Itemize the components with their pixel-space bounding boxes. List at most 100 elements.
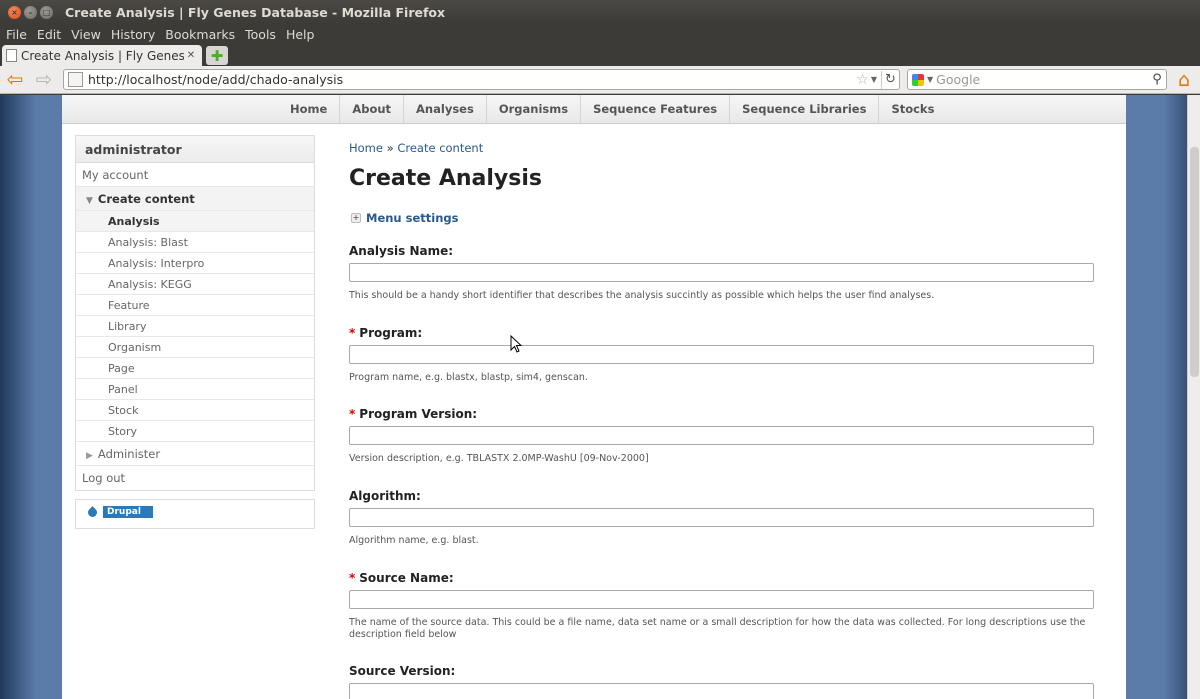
mouse-pointer-icon — [510, 335, 523, 353]
maximize-window-icon[interactable]: □ — [40, 5, 53, 19]
breadcrumb-separator: » — [386, 141, 394, 155]
sidebar-item-analysis-blast[interactable]: Analysis: Blast — [76, 232, 314, 253]
window-title: Create Analysis | Fly Genes Database - M… — [65, 4, 446, 20]
tab-create-analysis[interactable]: Create Analysis | Fly Genes Dat… ✕ — [2, 45, 202, 66]
sidebar-item-administer[interactable]: ▶ Administer — [76, 442, 314, 466]
source-name-field: * Source Name: The name of the source dat… — [349, 571, 1094, 641]
vertical-scrollbar[interactable] — [1187, 95, 1200, 699]
sidebar-item-log-out[interactable]: Log out — [76, 466, 314, 490]
breadcrumb-create-content-link[interactable]: Create content — [397, 141, 483, 155]
main-content: Home » Create content Create Analysis + … — [349, 95, 1109, 699]
tab-close-icon[interactable]: ✕ — [184, 49, 198, 63]
back-arrow-icon[interactable]: ⇦ — [3, 69, 27, 91]
scrollbar-thumb[interactable] — [1190, 147, 1199, 377]
collapsed-triangle-icon: ▶ — [86, 451, 93, 461]
field-description: Version description, e.g. TBLASTX 2.0MP-… — [349, 453, 649, 464]
page-icon — [6, 49, 17, 62]
sidebar-item-analysis[interactable]: Analysis — [76, 211, 314, 232]
sidebar-item-analysis-interpro[interactable]: Analysis: Interpro — [76, 253, 314, 274]
program-input[interactable] — [349, 345, 1094, 364]
reload-icon[interactable]: ↻ — [881, 70, 899, 89]
sidebar-item-organism[interactable]: Organism — [76, 337, 314, 358]
breadcrumb: Home » Create content — [349, 141, 483, 155]
drupal-drop-icon — [83, 506, 103, 518]
sidebar-item-my-account[interactable]: My account — [76, 163, 314, 187]
sidebar-title: administrator — [76, 136, 314, 163]
source-version-field: Source Version: — [349, 664, 1094, 699]
drupal-badge-label: Drupal — [107, 507, 141, 517]
menu-settings-label: Menu settings — [366, 211, 459, 225]
bookmark-star-icon[interactable]: ☆ — [856, 72, 869, 88]
algorithm-field: Algorithm: Algorithm name, e.g. blast. — [349, 489, 1094, 547]
field-label: * Source Name: — [349, 571, 1094, 587]
breadcrumb-home-link[interactable]: Home — [349, 141, 383, 155]
window-titlebar: × – □ Create Analysis | Fly Genes Databa… — [0, 0, 1200, 24]
nav-home[interactable]: Home — [278, 95, 339, 124]
source-version-input[interactable] — [349, 683, 1094, 699]
program-version-field: * Program Version: Version description, e… — [349, 407, 1094, 465]
powered-by-block: Drupal — [75, 499, 315, 529]
field-label: Analysis Name: — [349, 244, 454, 258]
field-description: This should be a handy short identifier … — [349, 290, 935, 301]
navigation-toolbar: ⇦ ⇨ http://localhost/node/add/chado-anal… — [0, 66, 1200, 94]
google-icon[interactable] — [912, 73, 924, 86]
field-description: The name of the source data. This could … — [349, 617, 1086, 640]
url-input[interactable]: http://localhost/node/add/chado-analysis — [88, 72, 856, 87]
sidebar-item-label: Create content — [97, 192, 195, 206]
sidebar-item-feature[interactable]: Feature — [76, 295, 314, 316]
menu-bookmarks[interactable]: Bookmarks — [165, 27, 235, 42]
sidebar-item-story[interactable]: Story — [76, 421, 314, 442]
menu-view[interactable]: View — [71, 27, 101, 42]
search-icon[interactable]: ⚲ — [1148, 72, 1166, 87]
sidebar-item-library[interactable]: Library — [76, 316, 314, 337]
minimize-window-icon[interactable]: – — [24, 5, 37, 19]
field-label-text: Program: — [359, 326, 423, 340]
field-description: Algorithm name, e.g. blast. — [349, 535, 479, 546]
required-marker: * — [349, 407, 356, 421]
close-window-icon[interactable]: × — [8, 5, 21, 19]
site-identity-icon[interactable] — [68, 72, 83, 87]
analysis-name-input[interactable] — [349, 263, 1094, 282]
url-history-dropdown-icon[interactable]: ▼ — [871, 75, 877, 84]
menu-history[interactable]: History — [111, 27, 155, 42]
url-bar[interactable]: http://localhost/node/add/chado-analysis… — [63, 69, 900, 90]
sidebar-item-label: Administer — [97, 447, 161, 461]
sidebar-item-page[interactable]: Page — [76, 358, 314, 379]
field-label: Algorithm: — [349, 489, 421, 503]
required-marker: * — [349, 571, 356, 585]
menu-settings-fieldset-toggle[interactable]: + Menu settings — [351, 211, 458, 225]
program-version-input[interactable] — [349, 426, 1094, 445]
new-tab-button[interactable]: ✚ — [206, 46, 228, 65]
source-name-input[interactable] — [349, 590, 1094, 609]
user-navigation-block: administrator My account ▼ Create content… — [75, 135, 315, 491]
sidebar-item-panel[interactable]: Panel — [76, 379, 314, 400]
field-description: Program name, e.g. blastx, blastp, sim4,… — [349, 372, 588, 383]
expanded-triangle-icon: ▼ — [86, 196, 93, 206]
menu-edit[interactable]: Edit — [37, 27, 61, 42]
program-field: * Program: Program name, e.g. blastx, bla… — [349, 326, 1094, 384]
sidebar-item-analysis-kegg[interactable]: Analysis: KEGG — [76, 274, 314, 295]
menu-tools[interactable]: Tools — [245, 27, 276, 42]
content-viewport: Home About Analyses Organisms Sequence F… — [0, 95, 1200, 699]
required-marker: * — [349, 326, 356, 340]
sidebar-item-stock[interactable]: Stock — [76, 400, 314, 421]
field-label-text: Source Name: — [359, 571, 454, 585]
search-input[interactable]: Google — [936, 72, 1148, 87]
expand-plus-icon: + — [351, 213, 361, 223]
menu-file[interactable]: File — [6, 27, 27, 42]
powered-by-drupal-badge[interactable]: Drupal — [83, 506, 153, 518]
field-label: * Program: — [349, 326, 1094, 342]
tab-label: Create Analysis | Fly Genes Dat… — [21, 48, 184, 63]
search-bar[interactable]: ▼ Google ⚲ — [907, 69, 1167, 90]
field-label: Source Version: — [349, 664, 456, 678]
sidebar-item-create-content[interactable]: ▼ Create content — [76, 187, 314, 211]
home-icon[interactable]: ⌂ — [1172, 68, 1196, 92]
field-label: * Program Version: — [349, 407, 1094, 423]
search-engine-dropdown-icon[interactable]: ▼ — [927, 75, 933, 84]
page-title: Create Analysis — [349, 166, 543, 191]
forward-arrow-icon[interactable]: ⇨ — [32, 69, 56, 91]
web-page: Home About Analyses Organisms Sequence F… — [62, 95, 1126, 699]
menu-help[interactable]: Help — [286, 27, 315, 42]
menubar: File Edit View History Bookmarks Tools H… — [0, 24, 1200, 44]
algorithm-input[interactable] — [349, 508, 1094, 527]
